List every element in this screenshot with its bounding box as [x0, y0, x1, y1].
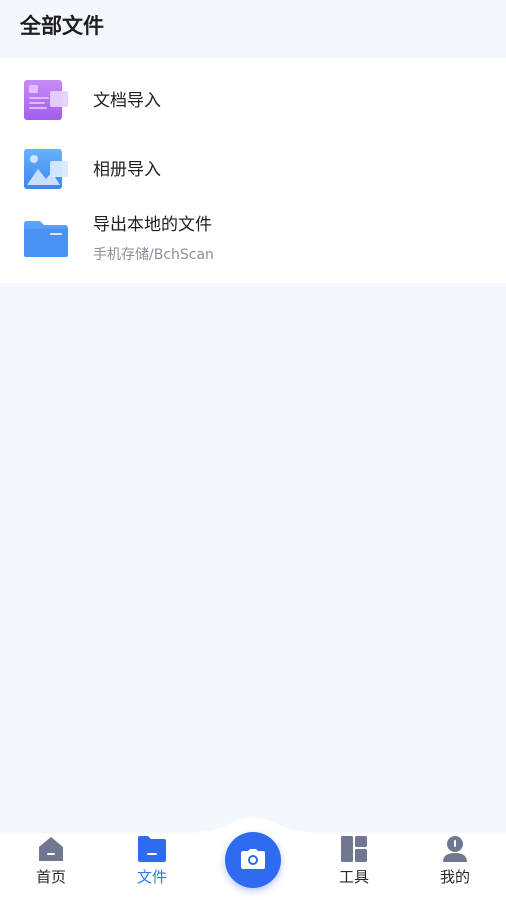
- tab-files[interactable]: 文件: [112, 833, 192, 900]
- profile-icon: [441, 835, 469, 867]
- tab-tools-label: 工具: [338, 868, 369, 886]
- camera-icon: [241, 849, 265, 869]
- tab-home[interactable]: 首页: [11, 833, 91, 900]
- export-local-files-label: 导出本地的文件: [93, 215, 212, 235]
- export-local-files-item[interactable]: 导出本地的文件 手机存储/BchScan: [0, 210, 506, 268]
- tools-grid-icon: [340, 835, 368, 867]
- tab-mine[interactable]: 我的: [415, 833, 495, 900]
- album-import-icon: [24, 147, 70, 195]
- document-import-icon: [24, 78, 70, 126]
- document-import-label: 文档导入: [93, 91, 161, 111]
- album-import-label: 相册导入: [93, 160, 161, 180]
- tab-home-label: 首页: [35, 868, 66, 886]
- files-page: 全部文件 文档导入 相册导入 导出本地的文件 手机存储/BchScan 首页 文…: [0, 0, 506, 900]
- header: 全部文件: [0, 0, 506, 58]
- album-import-item[interactable]: 相册导入: [0, 147, 506, 191]
- folder-icon: [137, 835, 167, 867]
- document-import-item[interactable]: 文档导入: [0, 78, 506, 122]
- tab-files-label: 文件: [136, 868, 167, 886]
- storage-path: 手机存储/BchScan: [93, 247, 214, 263]
- tab-tools[interactable]: 工具: [314, 833, 394, 900]
- folder-icon: [24, 220, 68, 262]
- home-icon: [37, 835, 65, 867]
- camera-scan-button[interactable]: [225, 832, 281, 888]
- import-options-list: 文档导入 相册导入 导出本地的文件 手机存储/BchScan: [0, 58, 506, 283]
- tab-mine-label: 我的: [439, 868, 470, 886]
- page-title: 全部文件: [20, 14, 104, 38]
